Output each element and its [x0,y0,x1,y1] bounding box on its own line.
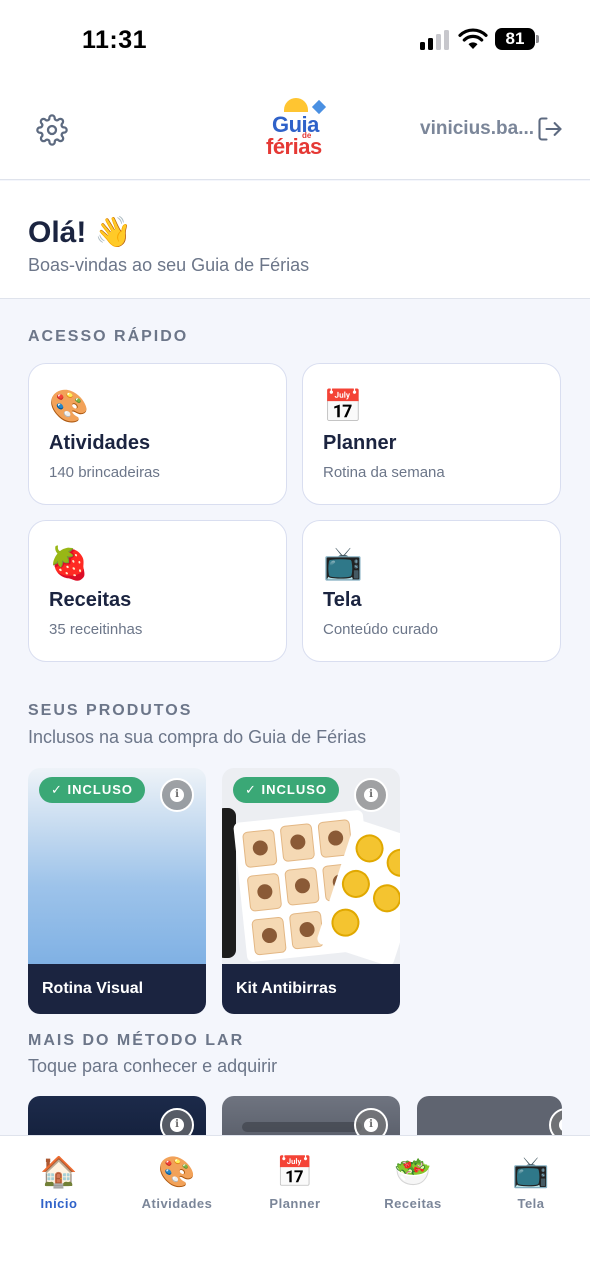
salad-icon: 🥗 [394,1155,432,1190]
product-card-kit-antibirras[interactable]: ✓ INCLUSO i Kit Antibirras [222,768,400,1014]
products-subtitle: Inclusos na sua compra do Guia de Férias [28,727,367,747]
sticker-tile [246,872,283,912]
quick-card-receitas[interactable]: 🍓 Receitas 35 receitinhas [28,520,287,662]
nav-label: Planner [269,1196,321,1211]
quick-access-label: ACESSO RÁPIDO [28,328,189,345]
products-label: SEUS PRODUTOS [28,702,193,719]
strawberry-icon: 🍓 [49,544,89,582]
settings-gear-icon[interactable] [36,114,68,146]
quick-card-atividades[interactable]: 🎨 Atividades 140 brincadeiras [28,363,287,505]
calendar-icon: 📅 [276,1155,314,1190]
tv-icon: 📺 [512,1155,550,1190]
product-title: Kit Antibirras [236,980,337,997]
nav-label: Tela [517,1196,545,1211]
sticker-tile [284,866,320,906]
info-button[interactable]: i [354,778,388,812]
round-sticker [327,904,364,941]
greeting-subtitle: Boas-vindas ao seu Guia de Férias [28,255,310,275]
nav-label: Início [40,1196,78,1211]
quick-card-tela[interactable]: 📺 Tela Conteúdo curado [302,520,561,662]
info-icon: i [559,1118,562,1132]
nav-item-atividades[interactable]: 🎨 Atividades [118,1154,236,1211]
quick-card-subtitle: 35 receitinhas [49,621,143,638]
quick-card-subtitle: Rotina da semana [323,464,445,481]
nav-item-tela[interactable]: 📺 Tela [472,1154,590,1211]
wifi-icon [458,28,488,49]
sticker-tile [242,828,278,869]
round-sticker [369,880,400,916]
logo-text-ferias: férias [266,134,322,159]
quick-card-planner[interactable]: 📅 Planner Rotina da semana [302,363,561,505]
round-sticker [383,845,400,881]
blurred-title [242,1122,362,1132]
guia-de-ferias-logo: Guia de férias [258,98,332,160]
battery-indicator: 81 [495,28,535,50]
nav-label: Receitas [384,1196,442,1211]
included-badge: ✓ INCLUSO [233,777,340,803]
quick-card-subtitle: Conteúdo curado [323,621,439,638]
bottom-navigation: 🏠 Início 🎨 Atividades 📅 Planner 🥗 Receit… [0,1135,590,1280]
product-footer: Kit Antibirras [222,964,400,1014]
nav-item-receitas[interactable]: 🥗 Receitas [354,1154,472,1211]
nav-label: Atividades [141,1196,213,1211]
logout-icon[interactable] [536,115,564,143]
info-icon: i [170,788,184,802]
product-card-rotina-visual[interactable]: ✓ INCLUSO i Rotina Visual [28,768,206,1014]
quick-card-title: Atividades [49,432,151,454]
app-header: Guia de férias vinicius.ba... [0,80,590,180]
status-bar: 11:31 81 [0,0,590,80]
quick-card-title: Planner [323,432,397,454]
quick-card-title: Tela [323,589,362,611]
battery-cap [536,35,539,43]
info-icon: i [170,1118,184,1132]
round-sticker [351,830,388,867]
nav-item-planner[interactable]: 📅 Planner [236,1154,354,1211]
user-name: vinicius.ba... [420,118,535,139]
product-title: Rotina Visual [42,980,144,997]
status-time: 11:31 [82,26,148,54]
more-subtitle: Toque para conhecer e adquirir [28,1056,278,1076]
quick-card-title: Receitas [49,589,132,611]
sticker-tile [251,916,287,956]
greeting-section: Olá! 👋 Boas-vindas ao seu Guia de Férias [0,181,590,299]
round-sticker [338,866,374,902]
tv-icon: 📺 [323,544,363,582]
greeting-title: Olá! 👋 [28,216,133,249]
palette-icon: 🎨 [158,1155,196,1190]
nav-item-inicio[interactable]: 🏠 Início [0,1154,118,1211]
sun-icon [284,98,308,112]
info-icon: i [364,1118,378,1132]
info-icon: i [364,788,378,802]
included-badge: ✓ INCLUSO [39,777,146,803]
more-label: MAIS DO MÉTODO LAR [28,1032,245,1049]
product-footer: Rotina Visual [28,964,206,1014]
palette-icon: 🎨 [49,387,89,425]
sticker-tile [279,822,316,863]
quick-card-subtitle: 140 brincadeiras [49,464,160,481]
house-icon: 🏠 [40,1155,78,1190]
calendar-icon: 📅 [323,387,363,425]
info-button[interactable]: i [160,778,194,812]
cellular-signal-icon [420,30,452,50]
